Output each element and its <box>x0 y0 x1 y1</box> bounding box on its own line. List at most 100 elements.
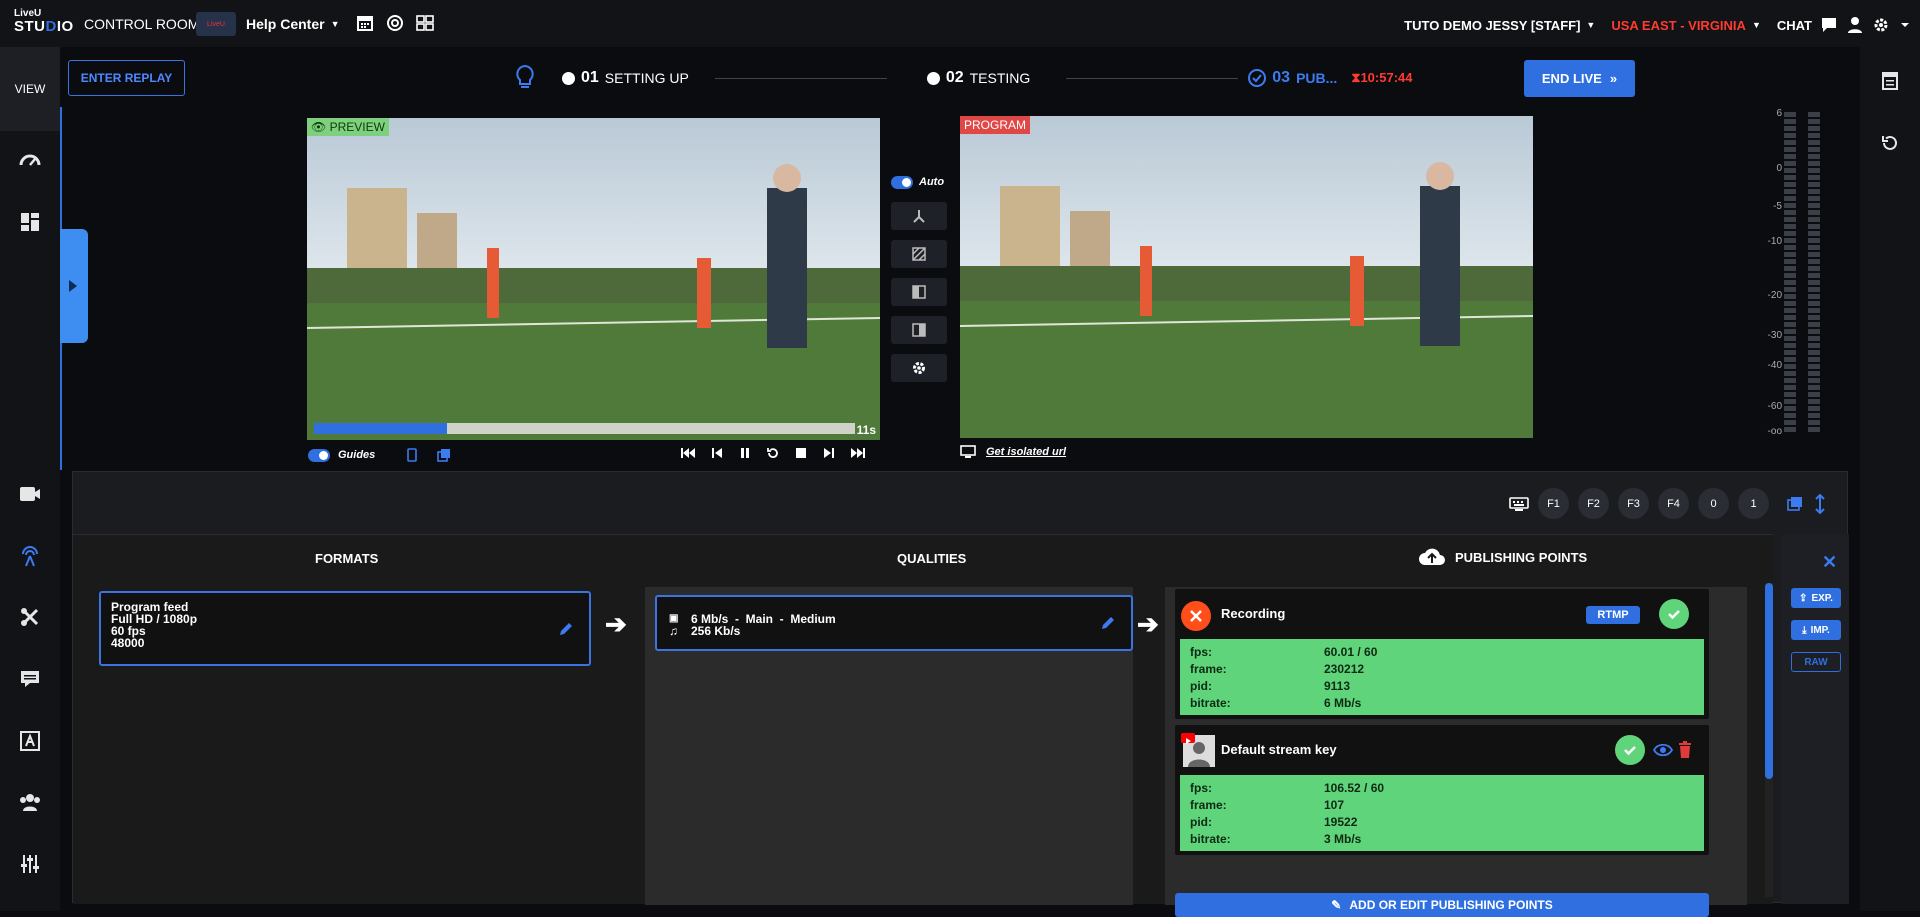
fade-transition-button[interactable] <box>891 240 947 268</box>
tools-icon[interactable] <box>18 605 42 629</box>
key-0[interactable]: 0 <box>1698 488 1729 519</box>
stat-key: frame: <box>1190 797 1227 812</box>
program-video-frame <box>960 116 1533 438</box>
camera-icon[interactable] <box>18 482 42 506</box>
preview-toolbar: Guides <box>308 446 878 464</box>
chat-bubble-icon[interactable] <box>1820 16 1838 34</box>
key-f1[interactable]: F1 <box>1538 488 1569 519</box>
music-icon: ♫ <box>669 624 678 638</box>
arrow-right-icon: ➔ <box>605 609 627 639</box>
top-bar: LiveU STUDIO CONTROL ROOMS LiveU Help Ce… <box>0 0 1920 47</box>
stat-row: pid: 9113 <box>1190 677 1694 694</box>
vu-label: -oo <box>1767 426 1782 437</box>
cloud-upload-icon <box>1419 548 1445 565</box>
replay-icon[interactable] <box>766 446 780 460</box>
format-card[interactable]: Program feed Full HD / 1080p 60 fps 4800… <box>99 591 591 666</box>
close-panel-button[interactable]: ✕ <box>1822 552 1837 573</box>
copy-icon[interactable] <box>437 448 451 462</box>
end-live-button[interactable]: END LIVE » <box>1524 60 1635 97</box>
pause-icon[interactable] <box>738 446 752 460</box>
region-menu[interactable]: USA EAST - VIRGINIA ▼ <box>1611 18 1761 33</box>
cut-transition-button[interactable] <box>891 202 947 230</box>
caret-down-icon[interactable] <box>1898 16 1912 34</box>
step-3-label[interactable]: PUB... <box>1296 70 1337 86</box>
chat-link[interactable]: CHAT <box>1777 18 1812 33</box>
scrollbar-thumb[interactable] <box>1765 583 1773 779</box>
guests-icon[interactable] <box>18 790 42 814</box>
layout-icon[interactable] <box>18 210 42 234</box>
copy-icon[interactable] <box>1786 495 1804 513</box>
stat-row: fps: 60.01 / 60 <box>1190 643 1694 660</box>
expand-panel-tab[interactable] <box>60 229 88 343</box>
eye-icon[interactable] <box>1653 742 1673 758</box>
switcher-settings-button[interactable] <box>891 354 947 382</box>
transport-controls <box>680 446 866 460</box>
get-isolated-url-link[interactable]: Get isolated url <box>986 446 1066 458</box>
preview-monitor[interactable]: 👁 PREVIEW 11s <box>307 118 880 440</box>
vu-label: 0 <box>1776 163 1782 174</box>
sliders-icon[interactable] <box>18 852 42 876</box>
stat-value: 230212 <box>1324 661 1365 676</box>
key-f4[interactable]: F4 <box>1658 488 1689 519</box>
monitor-icon <box>960 445 976 458</box>
export-button[interactable]: ⇪ EXP. <box>1791 588 1841 608</box>
wipe-right-button[interactable] <box>891 316 947 344</box>
stat-row: bitrate: 6 Mb/s <box>1190 694 1694 711</box>
step-back-icon[interactable] <box>710 446 724 460</box>
add-publishing-points-button[interactable]: ✎ ADD OR EDIT PUBLISHING POINTS <box>1175 893 1709 917</box>
program-monitor[interactable]: PROGRAM <box>960 116 1533 438</box>
multiview-icon[interactable] <box>416 14 434 32</box>
trash-icon[interactable] <box>1677 741 1693 759</box>
rundown-icon[interactable] <box>1880 71 1900 91</box>
left-sidebar: VIEW <box>0 47 60 911</box>
publishing-points-column: Recording RTMP fps: 60.01 / 60 frame: 2302… <box>1165 587 1747 917</box>
calendar-icon[interactable] <box>356 14 374 32</box>
preview-progress-bar[interactable] <box>314 423 855 434</box>
wipe-left-button[interactable] <box>891 278 947 306</box>
comments-icon[interactable] <box>18 667 42 691</box>
text-icon[interactable] <box>18 729 42 753</box>
stop-icon[interactable] <box>794 446 808 460</box>
dashboard-icon[interactable] <box>18 149 42 173</box>
step-2-label[interactable]: TESTING <box>970 70 1031 86</box>
preview-video-frame <box>307 118 880 440</box>
auto-toggle[interactable] <box>891 175 913 189</box>
stat-value: 107 <box>1324 797 1345 812</box>
publishing-scrollbar[interactable] <box>1765 583 1773 897</box>
user-menu[interactable]: TUTO DEMO JESSY [STAFF] ▼ <box>1404 18 1595 33</box>
skip-start-icon[interactable] <box>680 446 696 460</box>
key-1[interactable]: 1 <box>1738 488 1769 519</box>
import-button[interactable]: ⤓ IMP. <box>1791 620 1841 640</box>
publishing-side-actions: ✕ ⇪ EXP. ⤓ IMP. RAW <box>1782 534 1849 904</box>
mobile-icon[interactable] <box>405 448 419 462</box>
guides-toggle[interactable] <box>308 448 330 462</box>
stat-key: pid: <box>1190 814 1212 829</box>
stat-value: 6 Mb/s <box>1324 695 1362 710</box>
history-icon[interactable] <box>1880 133 1900 153</box>
step-forward-icon[interactable] <box>822 446 836 460</box>
quality-card[interactable]: ▣ 6 Mb/s - Main - Medium ♫ 256 Kb/s <box>655 595 1133 651</box>
resize-vertical-icon[interactable] <box>1813 493 1827 514</box>
gear-icon[interactable] <box>1872 16 1890 34</box>
lightbulb-icon[interactable] <box>514 64 536 92</box>
format-line3: 60 fps <box>111 624 146 638</box>
pencil-icon[interactable] <box>557 620 575 638</box>
preview-tag-label: PREVIEW <box>329 120 385 134</box>
control-rooms-link[interactable]: CONTROL ROOMS <box>84 16 209 32</box>
qualities-column: ▣ 6 Mb/s - Main - Medium ♫ 256 Kb/s <box>645 587 1133 905</box>
raw-button[interactable]: RAW <box>1791 652 1841 672</box>
broadcast-icon[interactable] <box>18 544 42 568</box>
liveu-studio-logo[interactable]: LiveU STUDIO <box>14 9 73 39</box>
user-icon[interactable] <box>1846 16 1864 34</box>
preview-time: 11s <box>856 423 876 437</box>
enter-replay-button[interactable]: ENTER REPLAY <box>68 60 185 96</box>
skip-end-icon[interactable] <box>850 446 866 460</box>
help-center-menu[interactable]: Help Center ▼ <box>246 16 340 32</box>
pencil-icon[interactable] <box>1099 614 1117 632</box>
lifebuoy-icon[interactable] <box>386 14 404 32</box>
keyboard-icon[interactable] <box>1509 496 1529 512</box>
step-1-label[interactable]: SETTING UP <box>605 70 689 86</box>
key-f3[interactable]: F3 <box>1618 488 1649 519</box>
key-f2[interactable]: F2 <box>1578 488 1609 519</box>
avatar <box>1181 733 1215 767</box>
